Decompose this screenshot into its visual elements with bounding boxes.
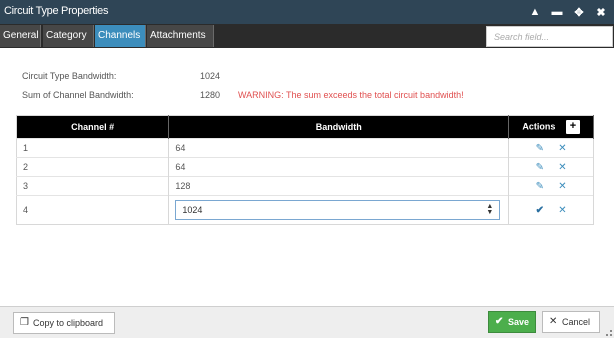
channel-cell: 3: [16, 176, 170, 196]
x-icon: ✕: [549, 316, 558, 327]
table-row: 1 64 ✎ ✕: [16, 138, 594, 158]
copy-to-clipboard-button[interactable]: ❐ Copy to clipboard: [13, 312, 115, 334]
channel-cell: 2: [16, 157, 170, 177]
edit-icon[interactable]: ✎: [533, 143, 547, 154]
sum-label: Sum of Channel Bandwidth:: [22, 90, 134, 100]
edit-icon[interactable]: ✎: [533, 181, 547, 192]
table-row: 3 128 ✎ ✕: [16, 176, 594, 196]
table-row-editing: 4 1024 ▲ ▼ ✔ ✕: [16, 195, 594, 225]
tab-general[interactable]: General: [0, 25, 41, 47]
cancel-label: Cancel: [562, 317, 591, 327]
tab-channels[interactable]: Channels: [95, 25, 146, 47]
confirm-icon[interactable]: ✔: [533, 205, 547, 216]
actions-cell: ✔ ✕: [508, 195, 594, 225]
channel-cell: 4: [16, 195, 170, 225]
channels-table: Channel # Bandwidth Actions + 1 64 ✎ ✕ 2…: [16, 115, 594, 225]
resize-grip-icon[interactable]: [606, 330, 612, 336]
search-input[interactable]: [486, 26, 613, 47]
window-titlebar: Circuit Type Properties ▲ ▬ ✥ ✖: [0, 0, 614, 24]
channel-cell: 1: [16, 138, 170, 158]
save-label: Save: [508, 317, 530, 327]
bandwidth-number-input[interactable]: 1024 ▲ ▼: [175, 200, 501, 220]
save-button[interactable]: ✔ Save: [488, 311, 536, 333]
edit-icon[interactable]: ✎: [533, 162, 547, 173]
delete-icon[interactable]: ✕: [555, 181, 569, 192]
column-header-bandwidth[interactable]: Bandwidth: [168, 115, 510, 139]
bandwidth-edit-cell: 1024 ▲ ▼: [168, 195, 510, 225]
delete-icon[interactable]: ✕: [555, 143, 569, 154]
bandwidth-cell: 128: [168, 176, 510, 196]
bandwidth-cell: 64: [168, 138, 510, 158]
cancel-button[interactable]: ✕ Cancel: [542, 311, 600, 333]
bandwidth-value: 1024: [200, 71, 221, 81]
add-row-button[interactable]: +: [565, 120, 580, 134]
bandwidth-input-value: 1024: [182, 205, 203, 215]
bandwidth-label: Circuit Type Bandwidth:: [22, 71, 117, 81]
collapse-icon[interactable]: ▲: [528, 4, 542, 20]
bandwidth-cell: 64: [168, 157, 510, 177]
table-row: 2 64 ✎ ✕: [16, 157, 594, 177]
tab-category[interactable]: Category: [43, 25, 94, 47]
minimize-icon[interactable]: ▬: [550, 4, 564, 20]
window-title: Circuit Type Properties: [4, 5, 109, 17]
actions-label: Actions: [522, 121, 556, 132]
actions-cell: ✎ ✕: [508, 157, 594, 177]
tab-attachments[interactable]: Attachments: [147, 25, 214, 47]
actions-cell: ✎ ✕: [508, 176, 594, 196]
check-icon: ✔: [495, 316, 504, 327]
actions-cell: ✎ ✕: [508, 138, 594, 158]
clipboard-icon: ❐: [20, 317, 29, 328]
column-header-channel[interactable]: Channel #: [16, 115, 170, 139]
table-header-row: Channel # Bandwidth Actions +: [16, 115, 594, 139]
maximize-icon[interactable]: ✥: [572, 4, 586, 20]
copy-label: Copy to clipboard: [33, 318, 104, 328]
delete-icon[interactable]: ✕: [555, 162, 569, 173]
cancel-edit-icon[interactable]: ✕: [555, 205, 569, 216]
dialog-footer: ❐ Copy to clipboard ✔ Save ✕ Cancel: [0, 306, 614, 338]
column-header-actions: Actions +: [508, 115, 594, 139]
spinner-arrows-icon[interactable]: ▲ ▼: [486, 203, 493, 216]
close-icon[interactable]: ✖: [594, 4, 608, 20]
sum-value: 1280: [200, 90, 221, 100]
bandwidth-warning: WARNING: The sum exceeds the total circu…: [238, 90, 464, 100]
